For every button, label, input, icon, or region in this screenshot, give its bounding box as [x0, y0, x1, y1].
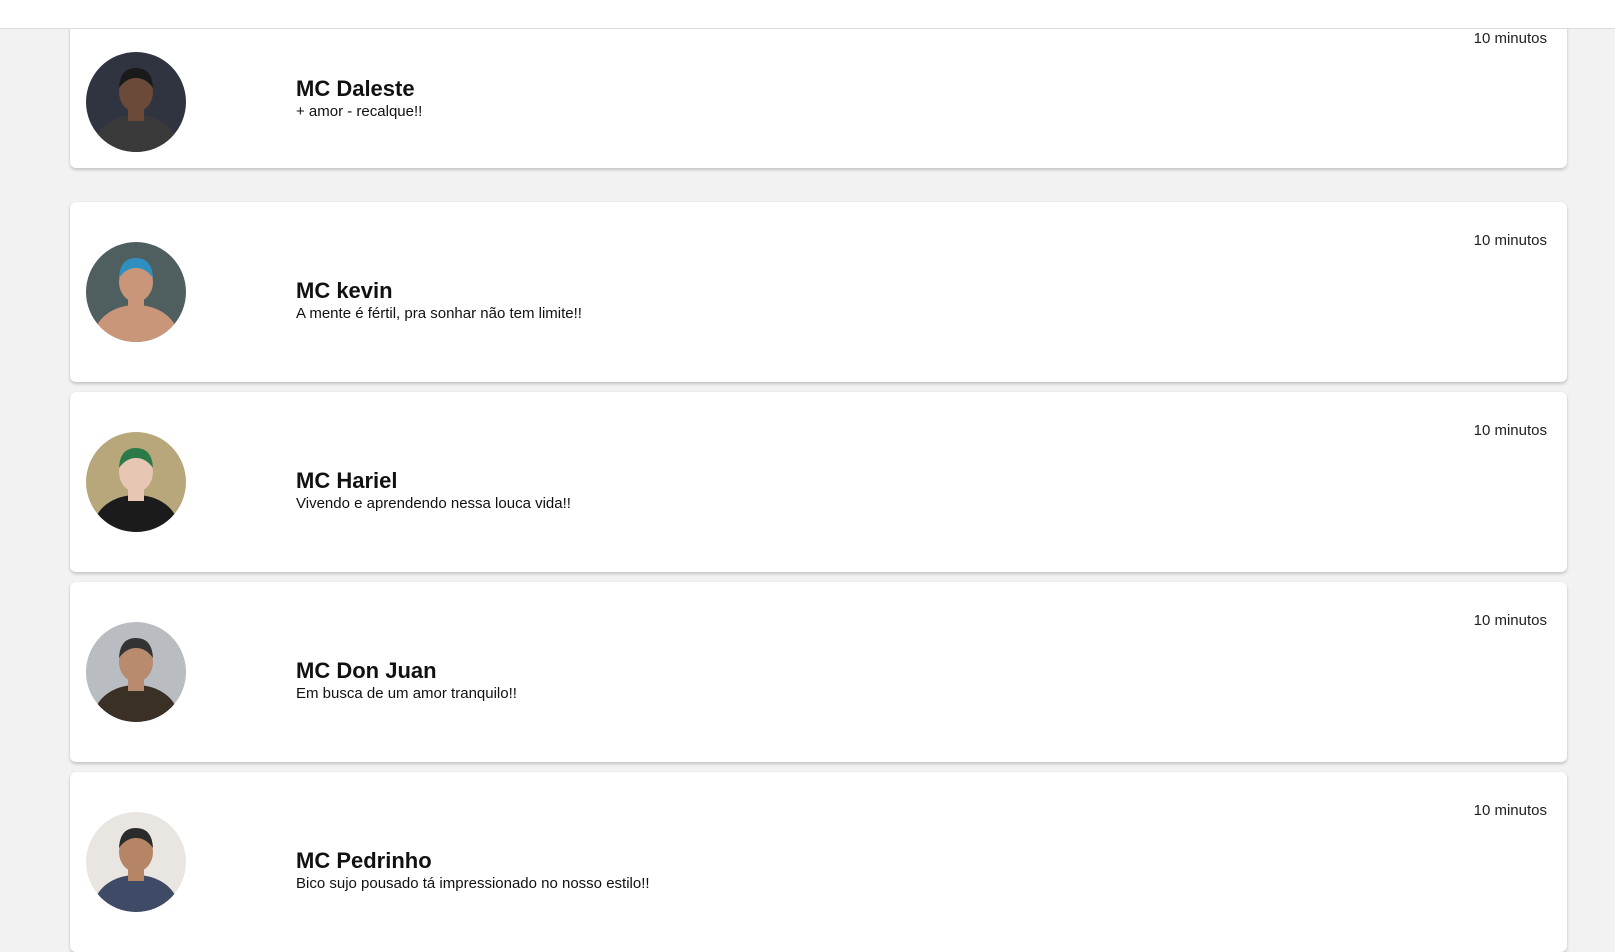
avatar-image	[86, 812, 186, 912]
avatar-image	[86, 622, 186, 722]
avatar	[86, 622, 186, 722]
avatar	[86, 432, 186, 532]
avatar-image	[86, 432, 186, 532]
avatar-image	[86, 242, 186, 342]
contact-name: MC Daleste	[296, 76, 415, 101]
contact-name: MC Don Juan	[296, 658, 437, 683]
contact-card[interactable]: MC Pedrinho Bico sujo pousado tá impress…	[70, 772, 1567, 952]
message-time: 10 minutos	[1473, 30, 1547, 47]
contact-card[interactable]: MC Hariel Vivendo e aprendendo nessa lou…	[70, 392, 1567, 572]
top-bar	[0, 0, 1615, 29]
message-time: 10 minutos	[1473, 232, 1547, 249]
contact-card[interactable]: MC Don Juan Em busca de um amor tranquil…	[70, 582, 1567, 762]
contact-name: MC Pedrinho	[296, 848, 432, 873]
contact-name: MC Hariel	[296, 468, 398, 493]
contact-status: A mente é fértil, pra sonhar não tem lim…	[296, 305, 582, 322]
avatar	[86, 52, 186, 152]
message-time: 10 minutos	[1473, 612, 1547, 629]
contact-status: + amor - recalque!!	[296, 103, 423, 120]
contact-name: MC kevin	[296, 278, 393, 303]
contact-status: Vivendo e aprendendo nessa louca vida!!	[296, 495, 571, 512]
contact-status: Bico sujo pousado tá impressionado no no…	[296, 875, 650, 892]
message-time: 10 minutos	[1473, 802, 1547, 819]
avatar	[86, 242, 186, 342]
message-time: 10 minutos	[1473, 422, 1547, 439]
contact-status: Em busca de um amor tranquilo!!	[296, 685, 517, 702]
contact-card[interactable]: MC kevin A mente é fértil, pra sonhar nã…	[70, 202, 1567, 382]
avatar	[86, 812, 186, 912]
avatar-image	[86, 52, 186, 152]
